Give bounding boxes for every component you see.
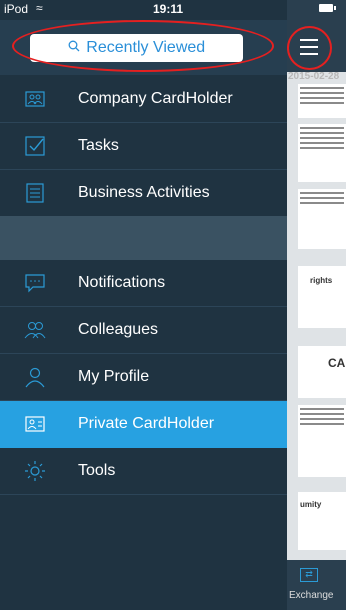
menu-item-label: Business Activities — [78, 184, 210, 201]
menu-group-2: Notifications Colleagues My Profile Priv… — [0, 260, 287, 495]
menu-group-1: Company CardHolder Tasks Business Activi… — [0, 76, 287, 217]
menu-item-label: Private CardHolder — [78, 415, 215, 432]
business-card-thumbnail[interactable] — [298, 405, 346, 477]
wifi-icon: ≈ — [36, 1, 43, 15]
menu-item-label: Company CardHolder — [78, 90, 233, 107]
menu-item-label: Colleagues — [78, 321, 159, 338]
business-card-thumbnail[interactable] — [298, 189, 346, 249]
highlight-oval — [287, 26, 332, 70]
menu-item-company-cardholder[interactable]: Company CardHolder — [0, 76, 287, 123]
exchange-icon: ⇄ — [300, 568, 318, 582]
tools-icon — [25, 461, 45, 481]
card-logo-text: CA — [328, 356, 346, 370]
business-card-thumbnail[interactable] — [298, 84, 346, 118]
menu-item-notifications[interactable]: Notifications — [0, 260, 287, 307]
menu-item-business-activities[interactable]: Business Activities — [0, 170, 287, 217]
menu-item-colleagues[interactable]: Colleagues — [0, 307, 287, 354]
business-card-thumbnail[interactable]: CA — [298, 346, 346, 398]
notifications-icon — [25, 274, 45, 293]
battery-icon — [319, 4, 336, 12]
search-icon — [68, 40, 80, 52]
tasks-icon — [25, 136, 45, 156]
company-cardholder-icon — [25, 91, 45, 107]
menu-item-tools[interactable]: Tools — [0, 448, 287, 495]
my-profile-icon — [25, 367, 45, 388]
date-header: 2015-02-28 — [288, 71, 340, 82]
menu-item-label: Tasks — [78, 137, 119, 154]
exchange-button[interactable]: ⇄ Exchange — [287, 560, 346, 610]
menu-item-tasks[interactable]: Tasks — [0, 123, 287, 170]
business-card-thumbnail[interactable]: umity — [298, 492, 346, 550]
status-bar: iPod ≈ 19:11 — [0, 0, 346, 20]
clock: 19:11 — [153, 2, 184, 16]
card-logo-text: umity — [300, 500, 322, 509]
private-cardholder-icon — [25, 416, 45, 432]
menu-item-label: My Profile — [78, 368, 150, 385]
recently-viewed-search[interactable]: Recently Viewed — [30, 34, 243, 62]
exchange-label: Exchange — [289, 590, 334, 601]
menu-item-private-cardholder[interactable]: Private CardHolder — [0, 401, 287, 448]
menu-item-label: Tools — [78, 462, 116, 479]
card-list-panel: 2015-02-28 rights CA umity ⇄ Exchange — [287, 0, 346, 610]
business-activities-icon — [26, 183, 44, 203]
colleagues-icon — [24, 322, 46, 339]
menu-item-my-profile[interactable]: My Profile — [0, 354, 287, 401]
business-card-thumbnail[interactable] — [298, 124, 346, 182]
menu-divider — [0, 216, 287, 260]
side-menu: Recently Viewed Company CardHolder Tasks… — [0, 0, 287, 610]
business-card-thumbnail[interactable]: rights — [298, 266, 346, 328]
card-logo-text: rights — [310, 276, 333, 285]
carrier-label: iPod — [4, 2, 29, 16]
search-area: Recently Viewed — [0, 20, 287, 75]
search-label: Recently Viewed — [86, 39, 206, 56]
menu-item-label: Notifications — [78, 274, 166, 291]
